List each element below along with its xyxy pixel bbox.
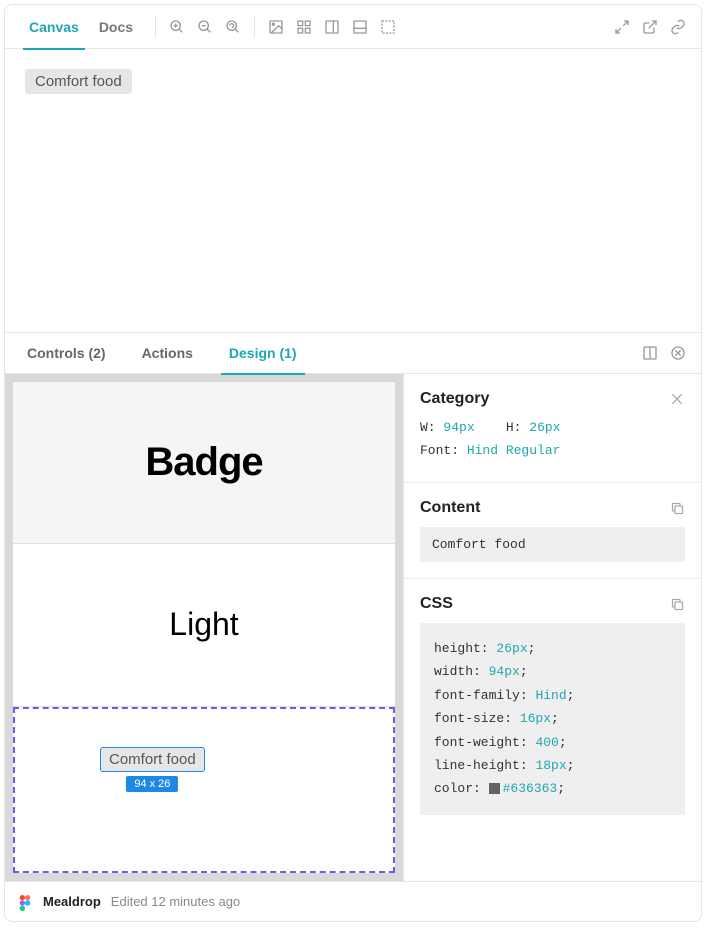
css-ff-prop: font-family: [434, 688, 528, 703]
font-label: Font: [420, 443, 459, 458]
footer-project-name: Mealdrop [43, 894, 101, 909]
panel-right-icon[interactable] [323, 18, 341, 36]
addon-tabs: Controls (2) Actions Design (1) [5, 332, 701, 374]
css-fw-prop: font-weight: [434, 735, 528, 750]
design-preview-panel: Badge Light Comfort food 94 x 26 [5, 374, 403, 881]
w-label: W: [420, 420, 436, 435]
fullscreen-icon[interactable] [613, 18, 631, 36]
tab-docs[interactable]: Docs [89, 5, 143, 49]
selected-chip[interactable]: Comfort food [100, 747, 205, 772]
badge-component: Comfort food [25, 69, 132, 94]
zoom-reset-icon[interactable] [224, 18, 242, 36]
window-controls [613, 18, 687, 36]
inspector-title-content: Content [420, 499, 480, 517]
copy-icon[interactable] [670, 501, 685, 516]
canvas-area[interactable]: Comfort food [5, 49, 701, 332]
link-icon[interactable] [669, 18, 687, 36]
inspector-title-css: CSS [420, 595, 453, 613]
css-width-val: 94px [489, 664, 520, 679]
footer-edit-time: Edited 12 minutes ago [111, 894, 240, 909]
zoom-out-icon[interactable] [196, 18, 214, 36]
selected-badge-wrapper: Comfort food 94 x 26 [100, 747, 205, 772]
open-external-icon[interactable] [641, 18, 659, 36]
tab-design[interactable]: Design (1) [221, 332, 305, 374]
tab-canvas[interactable]: Canvas [19, 5, 89, 49]
layout-controls [267, 18, 397, 36]
css-height-prop: height: [434, 641, 489, 656]
css-color-prop: color: [434, 781, 481, 796]
dimension-label: 94 x 26 [126, 776, 178, 792]
main-wrapper: Canvas Docs [4, 4, 702, 922]
figma-icon [19, 895, 33, 909]
css-lh-prop: line-height: [434, 758, 528, 773]
metrics-font: Font: Hind Regular [420, 443, 685, 458]
zoom-in-icon[interactable] [168, 18, 186, 36]
design-card-badge[interactable]: Badge [13, 382, 395, 544]
css-lh-val: 18px [535, 758, 566, 773]
close-icon[interactable] [669, 391, 685, 407]
css-code-box[interactable]: height: 26px; width: 94px; font-family: … [420, 623, 685, 815]
design-card-selected[interactable]: Comfort food 94 x 26 [13, 707, 395, 873]
footer-bar: Mealdrop Edited 12 minutes ago [5, 881, 701, 921]
css-color-val: #636363 [503, 781, 558, 796]
inspector-section-content: Content Comfort food [404, 483, 701, 579]
color-swatch [489, 783, 500, 794]
font-value: Hind Regular [467, 443, 561, 458]
metrics-dimensions: W: 94px H: 26px [420, 420, 685, 435]
inspector-panel: Category W: 94px H: 26px Font: Hind Regu… [403, 374, 701, 881]
grid-icon[interactable] [295, 18, 313, 36]
css-ff-val: Hind [535, 688, 566, 703]
tab-controls[interactable]: Controls (2) [19, 332, 114, 374]
inspector-section-css: CSS height: 26px; width: 94px; font-fami… [404, 579, 701, 831]
top-tab-group: Canvas Docs [19, 5, 143, 49]
outline-icon[interactable] [379, 18, 397, 36]
divider [155, 16, 156, 38]
content-value-box[interactable]: Comfort food [420, 527, 685, 562]
close-panel-icon[interactable] [669, 344, 687, 362]
design-card-light[interactable]: Light [13, 544, 395, 706]
zoom-controls [168, 18, 242, 36]
top-toolbar: Canvas Docs [5, 5, 701, 49]
design-label-light: Light [169, 606, 238, 643]
inspector-title-category: Category [420, 390, 489, 408]
h-value: 26px [529, 420, 560, 435]
tab-actions[interactable]: Actions [134, 332, 201, 374]
image-icon[interactable] [267, 18, 285, 36]
css-fs-prop: font-size: [434, 711, 512, 726]
panel-bottom-icon[interactable] [351, 18, 369, 36]
inspector-section-category: Category W: 94px H: 26px Font: Hind Regu… [404, 374, 701, 483]
divider [254, 16, 255, 38]
h-label: H: [506, 420, 522, 435]
design-label-badge: Badge [145, 440, 262, 485]
css-height-val: 26px [496, 641, 527, 656]
css-fw-val: 400 [535, 735, 558, 750]
css-width-prop: width: [434, 664, 481, 679]
panel-container: Badge Light Comfort food 94 x 26 Categor… [5, 374, 701, 881]
css-fs-val: 16px [520, 711, 551, 726]
w-value: 94px [443, 420, 474, 435]
copy-icon[interactable] [670, 597, 685, 612]
panel-toggle-icon[interactable] [641, 344, 659, 362]
